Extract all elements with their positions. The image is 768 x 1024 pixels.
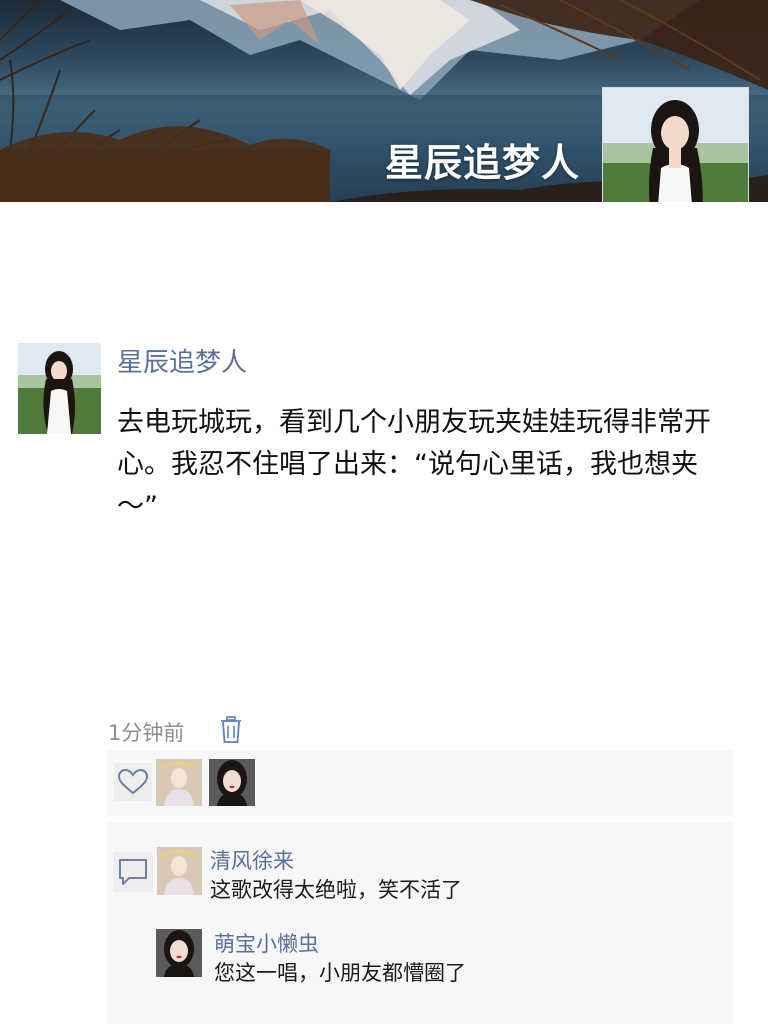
comment-text: 您这一唱，小朋友都懵圈了: [214, 961, 466, 985]
comment-icon[interactable]: [113, 852, 153, 892]
post-author-name[interactable]: 星辰追梦人: [117, 342, 247, 379]
like-avatar[interactable]: [156, 759, 202, 806]
profile-avatar[interactable]: [602, 87, 749, 202]
post-content: 去电玩城玩，看到几个小朋友玩夹娃娃玩得非常开心。我忍不住唱了出来：“说句心里话，…: [117, 407, 711, 522]
comment-text: 这歌改得太绝啦，笑不活了: [210, 878, 462, 902]
post-timestamp: 1分钟前: [108, 721, 185, 745]
trash-icon[interactable]: [220, 716, 242, 744]
comment-author-name[interactable]: 萌宝小懒虫: [214, 928, 319, 958]
post-author-avatar[interactable]: [18, 343, 101, 434]
comment-avatar[interactable]: [157, 847, 202, 895]
cover-photo[interactable]: 星辰追梦人: [0, 0, 768, 202]
comment-avatar[interactable]: [156, 929, 202, 977]
comment-author-name[interactable]: 清风徐来: [210, 845, 294, 875]
heart-icon[interactable]: [114, 763, 152, 801]
cover-username: 星辰追梦人: [384, 141, 580, 185]
like-avatar[interactable]: [209, 759, 255, 806]
